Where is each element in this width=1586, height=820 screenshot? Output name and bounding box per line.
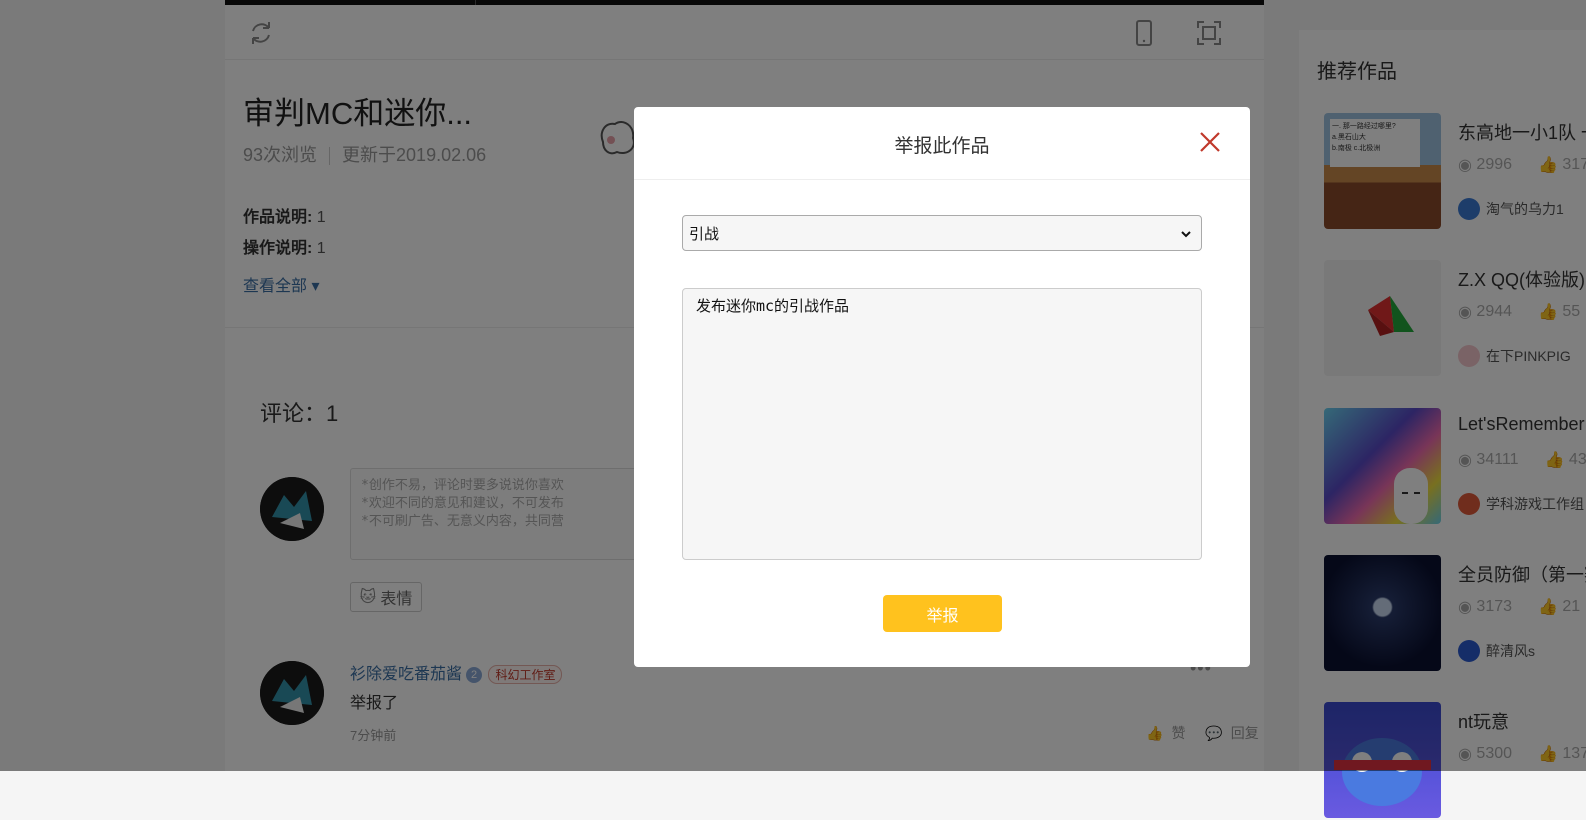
close-icon[interactable] bbox=[1195, 127, 1225, 157]
chevron-down-icon bbox=[1181, 231, 1191, 238]
report-dialog: 举报此作品 引战 发布迷你mc的引战作品 举报 bbox=[634, 107, 1250, 667]
report-detail-textarea[interactable]: 发布迷你mc的引战作品 bbox=[682, 288, 1202, 560]
report-reason-select[interactable]: 引战 bbox=[682, 215, 1202, 251]
dialog-header: 举报此作品 bbox=[634, 107, 1250, 180]
report-submit-button[interactable]: 举报 bbox=[883, 595, 1002, 632]
dialog-title: 举报此作品 bbox=[894, 136, 990, 157]
